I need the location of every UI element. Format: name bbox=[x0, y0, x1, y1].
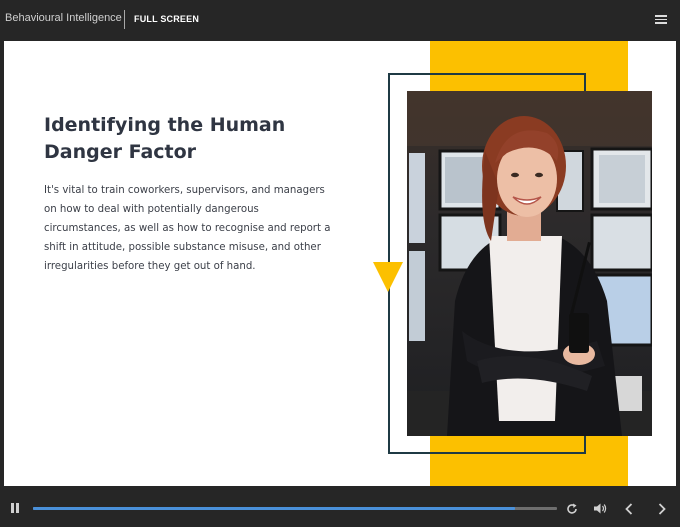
triangle-accent bbox=[373, 262, 403, 292]
woman-photo-illustration bbox=[407, 91, 652, 436]
course-title: Behavioural Intelligence bbox=[5, 12, 122, 24]
top-bar: Behavioural Intelligence FULL SCREEN bbox=[0, 0, 680, 41]
hamburger-menu-icon[interactable] bbox=[655, 15, 667, 25]
slide-content: Identifying the Human Danger Factor It's… bbox=[4, 41, 676, 486]
title-divider bbox=[124, 10, 125, 29]
previous-icon[interactable] bbox=[625, 503, 633, 515]
replay-icon[interactable] bbox=[566, 503, 578, 515]
progress-fill bbox=[33, 507, 516, 510]
pause-icon[interactable] bbox=[11, 503, 19, 513]
next-icon[interactable] bbox=[658, 503, 666, 515]
slide-title: Identifying the Human Danger Factor bbox=[44, 114, 286, 163]
slide-body-text: It's vital to train coworkers, superviso… bbox=[44, 185, 331, 272]
full-screen-button[interactable]: FULL SCREEN bbox=[134, 14, 199, 24]
slide-photo bbox=[407, 91, 652, 436]
progress-bar[interactable] bbox=[33, 507, 557, 510]
volume-icon[interactable] bbox=[594, 503, 607, 514]
